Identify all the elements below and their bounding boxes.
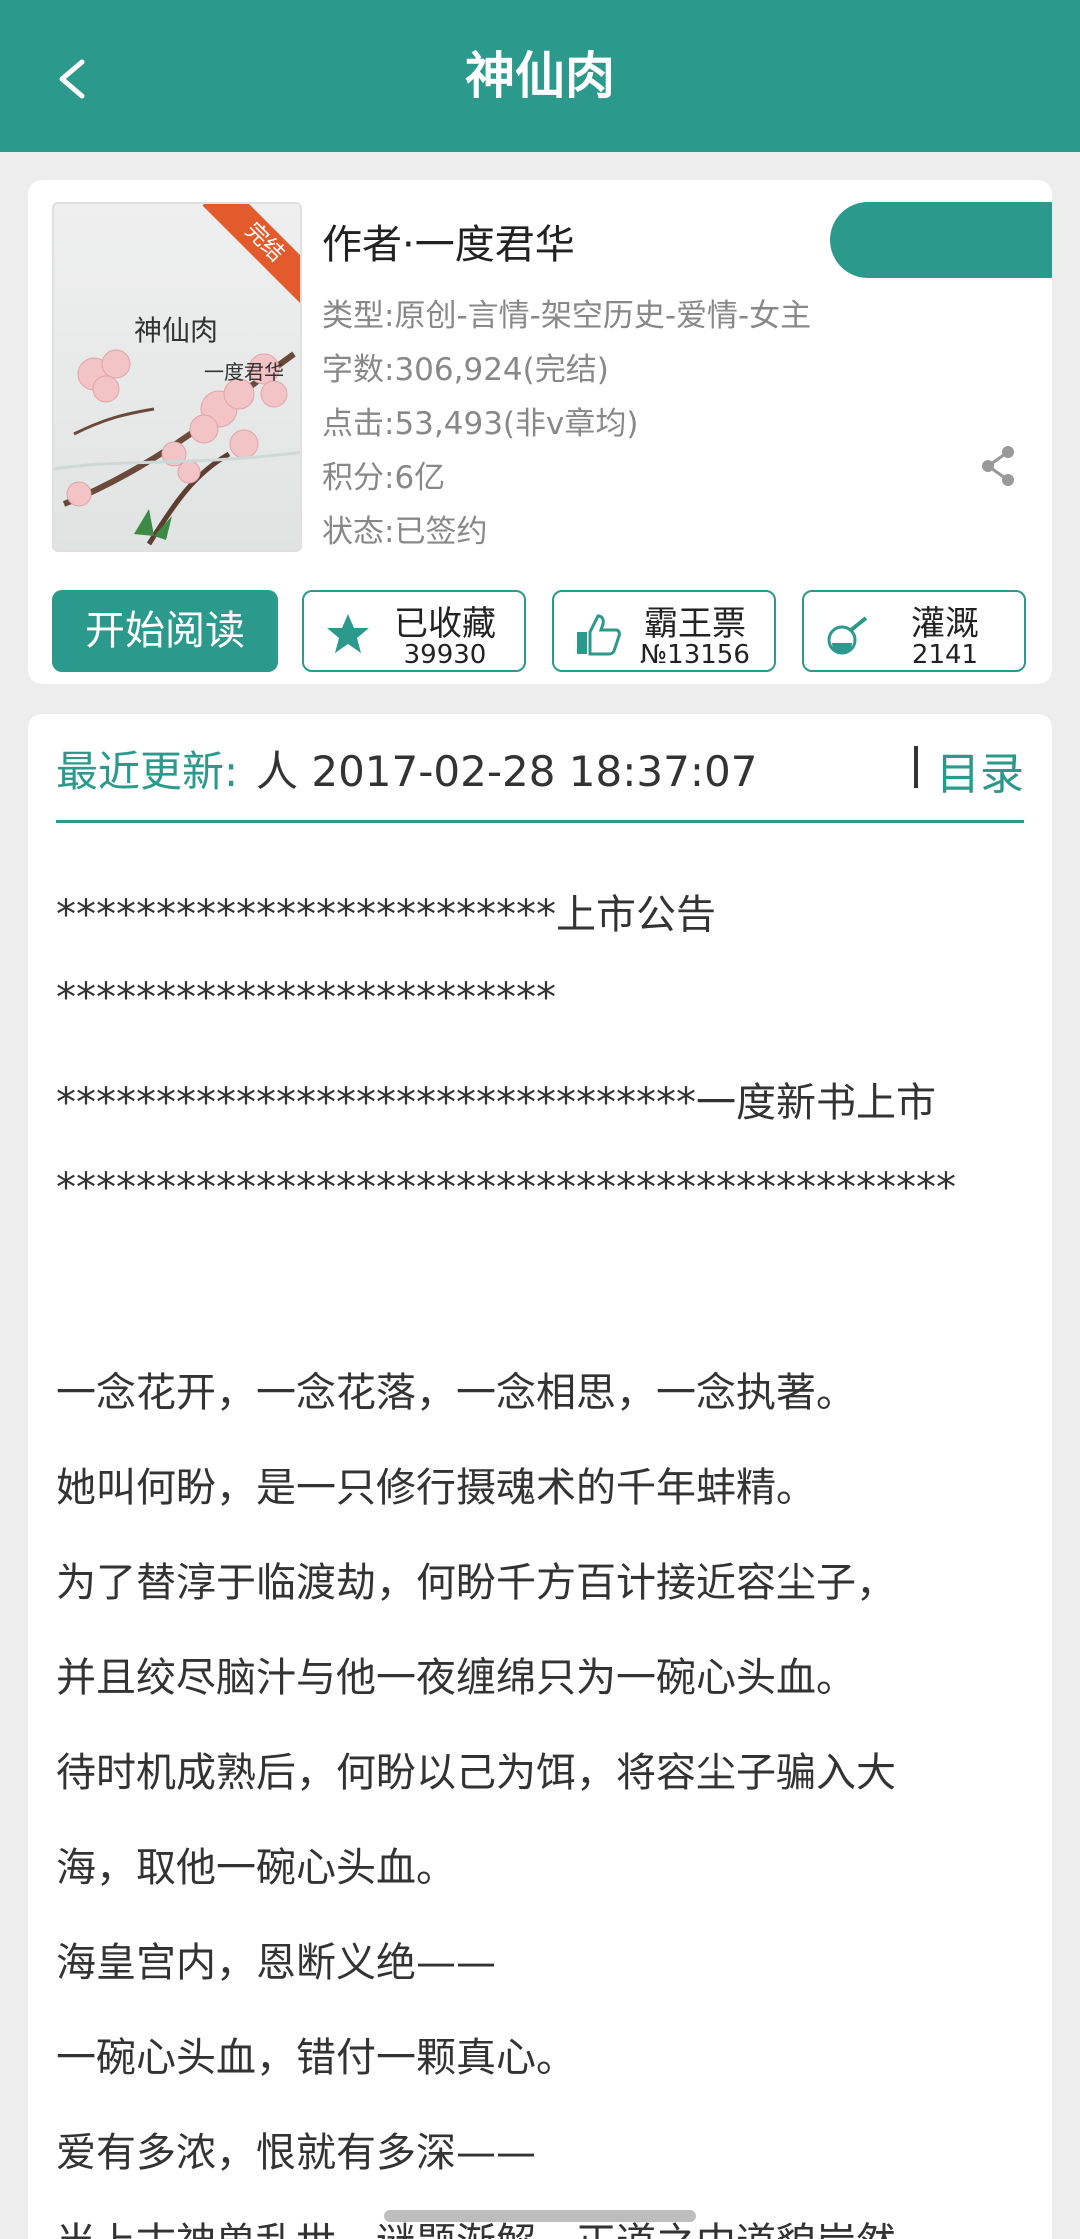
latest-update-text[interactable]: 人 2017-02-28 18:37:07 xyxy=(256,738,757,799)
content-line: 为了替淳于临渡劫，何盼千方百计接近容尘子， xyxy=(56,1560,896,1606)
content-line: *************************上市公告 xyxy=(56,892,716,938)
book-cover[interactable]: 完结 神仙肉 一度君华 xyxy=(52,202,302,552)
irrigate-count: 2141 xyxy=(911,640,979,670)
latest-update-label: 最近更新: xyxy=(56,747,239,796)
sign-status: 状态:已签约 xyxy=(322,514,488,550)
nutrient-bottle-icon xyxy=(827,616,868,655)
ticket-button[interactable]: 霸王票 №13156 xyxy=(552,590,776,672)
content-line: 爱有多浓，恨就有多深—— xyxy=(56,2130,536,2176)
content-line: 海，取他一碗心头血。 xyxy=(56,1845,456,1891)
ticket-count: №13156 xyxy=(640,640,750,670)
cover-author: 一度君华 xyxy=(204,360,284,384)
start-reading-button[interactable]: 开始阅读 xyxy=(52,590,278,672)
content-line: 她叫何盼，是一只修行摄魂术的千年蚌精。 xyxy=(56,1465,816,1511)
points: 积分:6亿 xyxy=(322,460,446,496)
click-count: 点击:53,493(非v章均) xyxy=(322,406,639,442)
content-line: 并且绞尽脑汁与他一夜缠绵只为一碗心头血。 xyxy=(56,1655,856,1701)
word-count: 字数:306,924(完结) xyxy=(322,352,609,388)
content-line: 待时机成熟后，何盼以己为饵，将容尘子骗入大 xyxy=(56,1750,896,1796)
content-line: ********************************一度新书上市 xyxy=(56,1080,936,1126)
favorite-button[interactable]: 已收藏 39930 xyxy=(302,590,526,672)
author-column-button[interactable] xyxy=(830,202,1052,278)
star-icon xyxy=(327,614,369,653)
author-name[interactable]: 作者·一度君华 xyxy=(322,212,575,270)
page-title: 神仙肉 xyxy=(465,47,615,105)
irrigate-label: 灌溉 xyxy=(911,604,979,644)
content-line: 一碗心头血，错付一颗真心。 xyxy=(56,2035,576,2081)
content-line: ************************* xyxy=(56,975,556,1021)
content-line: ****************************************… xyxy=(56,1165,956,1211)
home-indicator[interactable] xyxy=(384,2210,696,2222)
divider xyxy=(56,820,1024,823)
irrigate-button[interactable]: 灌溉 2141 xyxy=(802,590,1026,672)
favorite-count: 39930 xyxy=(403,640,487,670)
ticket-label: 霸王票 xyxy=(644,604,746,644)
cover-title: 神仙肉 xyxy=(134,314,219,347)
content-line: 一念花开，一念花落，一念相思，一念执著。 xyxy=(56,1370,856,1416)
separator xyxy=(914,746,918,788)
book-type: 类型:原创-言情-架空历史-爱情-女主 xyxy=(322,298,812,334)
favorite-label: 已收藏 xyxy=(394,604,496,644)
thumbs-up-icon xyxy=(577,614,621,656)
table-of-contents-link[interactable]: 目录 xyxy=(936,738,1024,802)
share-icon[interactable] xyxy=(978,444,1018,488)
content-line: 海皇宫内，恩断义绝—— xyxy=(56,1940,496,1986)
